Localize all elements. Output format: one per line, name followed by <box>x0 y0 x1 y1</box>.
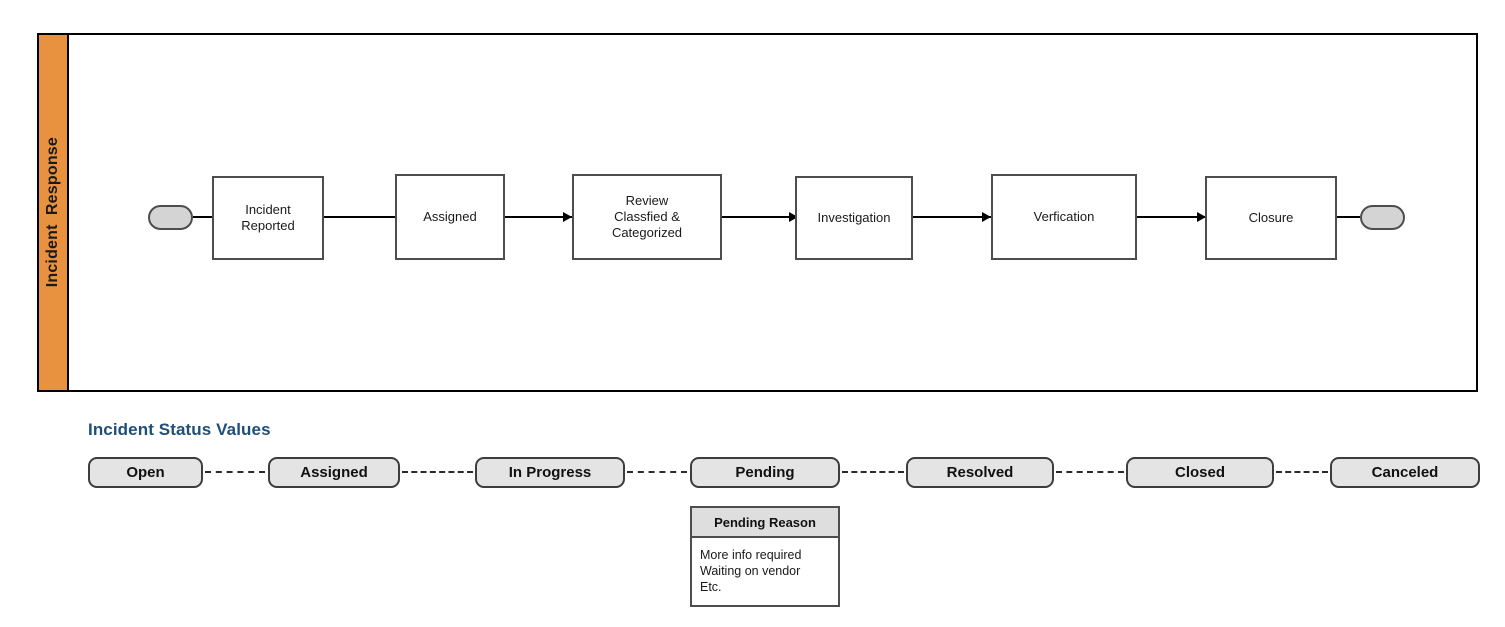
status-connector-pending-resolved <box>842 471 904 473</box>
status-pill-open[interactable]: Open <box>88 457 203 488</box>
pending-reason-table: Pending Reason More info required Waitin… <box>690 506 840 607</box>
status-pill-resolved[interactable]: Resolved <box>906 457 1054 488</box>
swimlane-label: Incident Response <box>44 137 61 288</box>
process-node-investigation[interactable]: Investigation <box>795 176 913 260</box>
status-pill-in-progress[interactable]: In Progress <box>475 457 625 488</box>
status-pill-canceled[interactable]: Canceled <box>1330 457 1480 488</box>
diagram-canvas: Incident Response Incident Reported Assi… <box>0 0 1505 627</box>
connector-assigned-to-review <box>505 216 572 218</box>
section-title-incident-status-values: Incident Status Values <box>88 420 271 439</box>
list-item: Waiting on vendor <box>700 564 801 578</box>
connector-closure-to-end <box>1337 216 1360 218</box>
status-pill-closed[interactable]: Closed <box>1126 457 1274 488</box>
start-terminator-icon <box>148 205 193 230</box>
pending-reason-header: Pending Reason <box>692 508 838 538</box>
connector-review-to-investigation <box>722 216 798 218</box>
process-node-incident-reported[interactable]: Incident Reported <box>212 176 324 260</box>
status-connector-assigned-in-progress <box>402 471 473 473</box>
end-terminator-icon <box>1360 205 1405 230</box>
status-connector-open-assigned <box>205 471 265 473</box>
connector-start-to-incident-reported <box>193 216 212 218</box>
process-node-review-classified-categorized[interactable]: Review Classfied & Categorized <box>572 174 722 260</box>
list-item: Etc. <box>700 580 722 594</box>
status-pill-pending[interactable]: Pending <box>690 457 840 488</box>
status-connector-in-progress-pending <box>627 471 687 473</box>
process-node-assigned[interactable]: Assigned <box>395 174 505 260</box>
status-pill-assigned[interactable]: Assigned <box>268 457 400 488</box>
arrowhead-icon <box>563 212 572 222</box>
process-node-closure[interactable]: Closure <box>1205 176 1337 260</box>
swimlane-header-band: Incident Response <box>39 35 69 390</box>
status-connector-resolved-closed <box>1056 471 1124 473</box>
swimlane-incident-response: Incident Response Incident Reported Assi… <box>37 33 1478 392</box>
pending-reason-list: More info required Waiting on vendor Etc… <box>692 538 838 605</box>
arrowhead-icon <box>982 212 991 222</box>
status-connector-closed-canceled <box>1276 471 1328 473</box>
connector-investigation-to-verification <box>913 216 991 218</box>
connector-verification-to-closure <box>1137 216 1206 218</box>
process-node-verification[interactable]: Verfication <box>991 174 1137 260</box>
list-item: More info required <box>700 548 802 562</box>
